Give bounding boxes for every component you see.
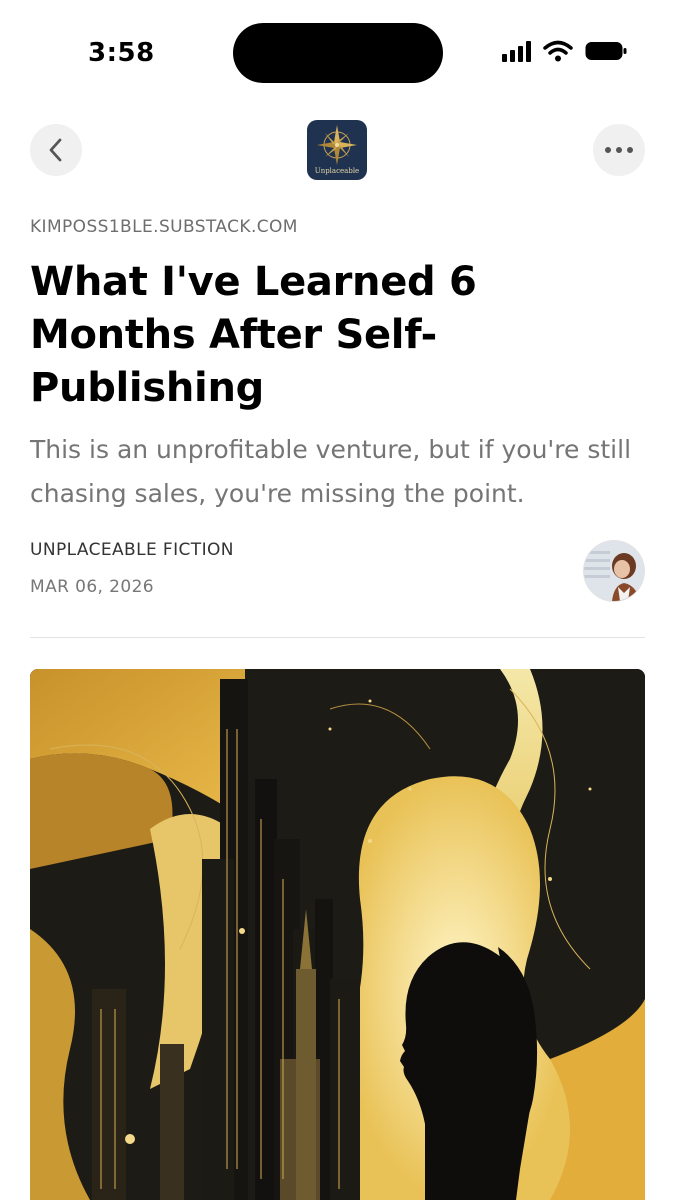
status-bar: 3:58	[0, 0, 675, 100]
author-portrait-icon	[584, 541, 644, 601]
publication-domain[interactable]: KIMPOSS1BLE.SUBSTACK.COM	[30, 217, 298, 237]
status-icons	[502, 40, 627, 62]
author-avatar[interactable]	[584, 541, 644, 601]
more-options-button[interactable]	[593, 124, 645, 176]
status-time: 3:58	[88, 38, 155, 68]
wifi-icon	[543, 40, 573, 62]
battery-icon	[585, 42, 627, 60]
back-button[interactable]	[30, 124, 82, 176]
cellular-signal-icon	[502, 40, 531, 62]
header-divider	[30, 637, 645, 638]
nav-bar: Unplaceable	[0, 118, 675, 182]
city-silhouette-illustration	[30, 669, 645, 1200]
ellipsis-icon	[605, 147, 633, 153]
publication-logo[interactable]: Unplaceable	[307, 120, 367, 180]
article-subtitle: This is an unprofitable venture, but if …	[30, 435, 632, 508]
dynamic-island	[233, 23, 443, 83]
publication-logo-text: Unplaceable	[314, 167, 360, 175]
hero-image[interactable]	[30, 669, 645, 1200]
author-name[interactable]: UNPLACEABLE FICTION	[30, 540, 234, 560]
article-title: What I've Learned 6 Months After Self-Pu…	[30, 259, 477, 411]
publish-date: MAR 06, 2026	[30, 577, 155, 597]
chevron-left-icon	[49, 138, 62, 162]
